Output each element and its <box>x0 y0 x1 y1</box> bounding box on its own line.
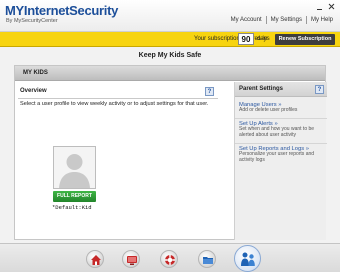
overview-help-button[interactable]: ? <box>205 87 214 96</box>
overview-section: Overview ? Select a user profile to view… <box>18 86 218 236</box>
set-up-reports-desc: Personalize your user reports and activi… <box>239 151 315 163</box>
app-window: MYInternetSecurity By MySecurityCenter M… <box>0 0 340 272</box>
monitor-icon <box>127 256 137 265</box>
overview-description: Select a user profile to view weekly act… <box>20 101 209 107</box>
parent-settings-header: Parent Settings ? <box>235 82 327 97</box>
minimize-icon <box>317 9 322 10</box>
window-controls <box>315 3 336 11</box>
computer-button[interactable] <box>122 250 140 268</box>
manage-users-item: Manage Users » Add or delete user profil… <box>239 102 325 114</box>
top-menu: My Account My Settings My Help <box>228 16 336 24</box>
lifebuoy-icon <box>165 255 175 265</box>
manage-users-desc: Add or delete user profiles <box>239 107 298 113</box>
subscription-bar: Your subscription expires in 90 days Ren… <box>0 32 340 47</box>
set-up-alerts-desc: Set when and how you want to be alerted … <box>239 126 315 138</box>
brand-name: InternetSecurity <box>23 3 119 18</box>
renew-subscription-button[interactable]: Renew Subscription <box>275 34 335 45</box>
home-button[interactable] <box>86 250 104 268</box>
close-icon <box>328 3 335 10</box>
close-button[interactable] <box>327 3 336 11</box>
profile-name[interactable]: *Default:Kid <box>52 204 92 211</box>
files-button[interactable] <box>198 250 216 268</box>
brand-logo: MYInternetSecurity <box>5 3 118 18</box>
settings-divider <box>235 143 327 144</box>
user-silhouette-icon <box>59 154 90 188</box>
brand-tagline: By MySecurityCenter <box>6 18 58 24</box>
menu-divider <box>305 16 307 24</box>
my-settings-label: My Settings <box>270 17 302 23</box>
kids-icon <box>241 252 255 266</box>
settings-divider <box>235 118 327 119</box>
days-remaining-count: 90 <box>238 33 254 45</box>
my-help-label: My Help <box>310 17 333 23</box>
parent-settings-title: Parent Settings <box>239 86 284 92</box>
my-help-link[interactable]: My Help <box>308 17 336 23</box>
my-account-label: My Account <box>230 17 262 23</box>
full-report-button[interactable]: FULL REPORT <box>53 191 96 202</box>
user-profile-avatar[interactable] <box>53 146 96 189</box>
bottom-dock <box>0 243 340 272</box>
my-settings-link[interactable]: My Settings <box>268 17 305 23</box>
overview-divider <box>18 98 218 99</box>
page-title: Keep My Kids Safe <box>138 52 202 59</box>
parent-settings-sidebar: Parent Settings ? Manage Users » Add or … <box>234 82 327 240</box>
title-bar: MYInternetSecurity By MySecurityCenter M… <box>0 0 340 32</box>
parent-settings-help-button[interactable]: ? <box>315 85 324 94</box>
menu-divider <box>265 16 267 24</box>
panel-header: MY KIDS <box>15 66 325 81</box>
days-label: days <box>257 36 270 42</box>
set-up-alerts-item: Set Up Alerts » Set when and how you wan… <box>239 121 325 139</box>
panel-title: MY KIDS <box>23 70 48 76</box>
brand-prefix: MY <box>5 3 24 18</box>
minimize-button[interactable] <box>315 3 324 11</box>
overview-title: Overview <box>20 88 47 94</box>
my-account-link[interactable]: My Account <box>228 17 265 23</box>
set-up-reports-item: Set Up Reports and Logs » Personalize yo… <box>239 146 325 164</box>
folders-icon <box>203 257 213 264</box>
my-kids-button[interactable] <box>234 245 261 272</box>
support-button[interactable] <box>160 250 178 268</box>
my-kids-panel: MY KIDS Overview ? Select a user profile… <box>14 65 327 240</box>
home-icon <box>91 255 101 265</box>
